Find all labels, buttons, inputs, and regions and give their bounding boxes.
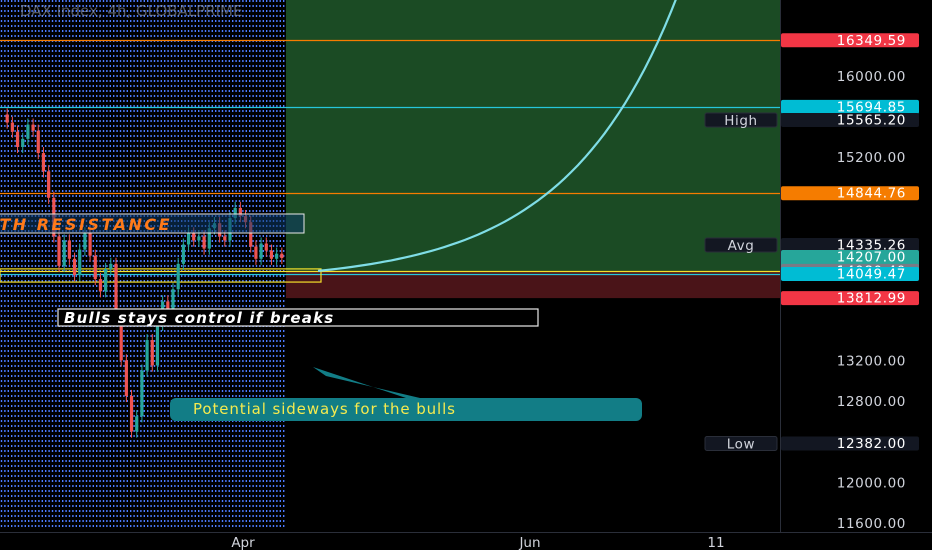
candle-body bbox=[109, 263, 113, 269]
candle-body bbox=[150, 340, 154, 366]
stat-tag-avg: Avg bbox=[704, 237, 778, 254]
candle-body bbox=[98, 279, 103, 292]
candle-body bbox=[186, 233, 191, 245]
candle-body bbox=[72, 258, 77, 276]
candle-body bbox=[197, 236, 201, 241]
candle-body bbox=[202, 236, 206, 249]
stat-tag-label: High bbox=[724, 113, 757, 129]
candle-body bbox=[62, 240, 66, 266]
price-marker-label: 16349.59 bbox=[837, 33, 906, 49]
candle-body bbox=[83, 233, 87, 250]
callout-label: Potential sideways for the bulls bbox=[193, 400, 456, 418]
price-marker-5: 15565.20 bbox=[781, 113, 919, 129]
candle-body bbox=[47, 171, 51, 198]
price-tick-label: 12000.00 bbox=[837, 475, 906, 491]
candle-body bbox=[67, 240, 71, 259]
candle-body bbox=[57, 236, 61, 266]
candle-body bbox=[280, 253, 284, 259]
price-marker-label: 13812.99 bbox=[837, 291, 906, 307]
time-tick-label: 11 bbox=[707, 535, 724, 550]
candle-body bbox=[31, 124, 35, 131]
candle-body bbox=[269, 250, 274, 259]
candle-body bbox=[264, 243, 268, 251]
candle-body bbox=[104, 268, 108, 292]
candle-body bbox=[21, 138, 25, 147]
price-marker-label: 12382.00 bbox=[837, 436, 906, 452]
time-tick-label: Jun bbox=[518, 535, 540, 550]
bulls-control-annotation[interactable]: Bulls stays control if breaks bbox=[57, 308, 539, 327]
candle-body bbox=[10, 122, 14, 132]
candle-body bbox=[275, 253, 279, 259]
ath-resistance-annotation[interactable]: ATH RESISTANCE bbox=[0, 213, 305, 234]
price-marker-label: 15565.20 bbox=[837, 113, 906, 129]
price-marker-11: 13812.99 bbox=[781, 291, 919, 307]
price-tick-label: 13200.00 bbox=[837, 353, 906, 369]
price-marker-3: 16349.59 bbox=[781, 33, 919, 49]
candle-body bbox=[36, 130, 40, 154]
candle-body bbox=[155, 324, 160, 366]
candle-body bbox=[135, 416, 139, 432]
price-marker-12: 12382.00 bbox=[781, 436, 919, 452]
candle-body bbox=[114, 263, 118, 315]
ath-resistance-label: ATH RESISTANCE bbox=[0, 215, 172, 234]
price-marker-6: 14844.76 bbox=[781, 186, 919, 202]
stat-tag-low: Low bbox=[704, 436, 778, 453]
candle-body bbox=[88, 233, 92, 256]
candle-body bbox=[223, 236, 227, 241]
price-tick-label: 11600.00 bbox=[837, 516, 906, 532]
candle-body bbox=[124, 360, 128, 396]
candle-body bbox=[5, 114, 9, 123]
price-chart[interactable]: ATH RESISTANCE Bulls stays control if br… bbox=[0, 0, 932, 550]
price-marker-10: 14049.47 bbox=[781, 267, 919, 283]
price-tick-label: 16000.00 bbox=[837, 69, 906, 85]
candle-body bbox=[41, 153, 46, 172]
zones-layer bbox=[286, 0, 780, 299]
stat-tag-high: High bbox=[704, 112, 778, 129]
stat-tag-label: Avg bbox=[728, 238, 755, 254]
candle-body bbox=[181, 244, 185, 264]
price-marker-label: 14049.47 bbox=[837, 267, 906, 283]
stat-tag-label: Low bbox=[727, 437, 755, 453]
bulls-control-label: Bulls stays control if breaks bbox=[64, 309, 334, 327]
price-tick-label: 15200.00 bbox=[837, 150, 906, 166]
candle-body bbox=[254, 246, 258, 259]
candle-body bbox=[78, 249, 82, 276]
candle-body bbox=[93, 255, 97, 280]
candle-body bbox=[192, 233, 196, 241]
symbol-header: DAX Index, 4h, GLOBALPRIME bbox=[20, 2, 242, 20]
candle-body bbox=[176, 263, 180, 290]
candle-body bbox=[129, 395, 134, 432]
candle-body bbox=[15, 131, 20, 147]
price-tick-label: 16800.00 bbox=[837, 0, 906, 4]
candle-body bbox=[26, 124, 30, 139]
price-marker-label: 14844.76 bbox=[837, 186, 906, 202]
candle-body bbox=[140, 370, 144, 417]
price-tick-label: 12800.00 bbox=[837, 394, 906, 410]
time-tick-label: Apr bbox=[231, 535, 255, 550]
candle-body bbox=[259, 243, 263, 259]
candle-body bbox=[145, 340, 149, 371]
